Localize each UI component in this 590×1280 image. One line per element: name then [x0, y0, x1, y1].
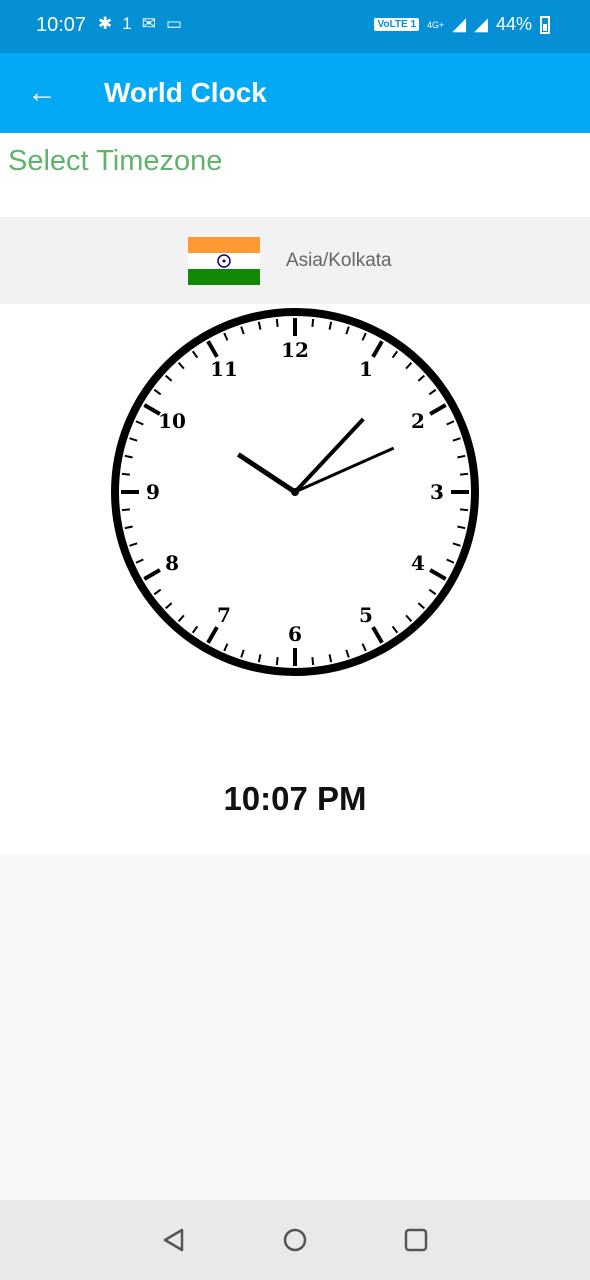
page-title: World Clock [104, 77, 267, 108]
clock-numeral: 3 [430, 480, 444, 504]
clock-numeral: 9 [146, 480, 160, 504]
system-icons: VoLTE 1 4G+ ◢ ◢ 44% [374, 14, 550, 35]
clock-numeral: 4 [411, 551, 425, 575]
clock-numeral: 12 [281, 338, 309, 362]
battery-icon [540, 15, 550, 34]
select-section: Select Timezone [0, 133, 590, 217]
clock-numeral: 5 [359, 603, 373, 627]
battery-percent: 44% [495, 14, 532, 34]
timezone-selector[interactable]: Asia/Kolkata [0, 217, 590, 304]
navigation-bar [0, 1200, 590, 1280]
laptop-icon: ▭ [165, 14, 183, 33]
india-flag-icon [188, 237, 260, 285]
clock-center [291, 488, 299, 496]
app-bar: ← World Clock [0, 53, 590, 133]
clock-area: 12 1 2 3 4 5 6 7 8 9 10 11 10:07 PM [0, 304, 590, 854]
digital-time: 10:07 PM [223, 780, 367, 817]
clock-numeral: 1 [359, 357, 373, 381]
signal-icon: ◢ [452, 14, 467, 34]
recents-square-icon[interactable] [402, 1226, 430, 1254]
minute-tick [459, 508, 469, 512]
minute-tick [311, 318, 315, 328]
one-icon: 1 [122, 14, 132, 33]
network-type: 4G+ [427, 19, 445, 30]
clock-numeral: 10 [158, 409, 186, 433]
minute-tick [311, 656, 315, 666]
minute-tick [275, 656, 279, 666]
back-triangle-icon[interactable] [160, 1226, 188, 1254]
minute-tick [459, 472, 469, 476]
clock-numeral: 6 [288, 622, 302, 646]
clock-numeral: 11 [210, 357, 238, 381]
clock-numeral: 2 [411, 409, 425, 433]
gmail-icon: ✉ [141, 14, 156, 33]
minute-tick [121, 472, 131, 476]
analog-clock: 121234567891011 [111, 308, 479, 676]
timezone-name: Asia/Kolkata [286, 250, 392, 271]
clock-numeral: 8 [165, 551, 179, 575]
home-circle-icon[interactable] [281, 1226, 309, 1254]
status-time: 10:07 [36, 14, 87, 36]
status-bar: 10:07 ✱ 1 ✉ ▭ VoLTE 1 4G+ ◢ ◢ 44% [0, 0, 590, 53]
arrow-left-icon[interactable]: ← [22, 71, 62, 115]
notification-icons: ✱ 1 ✉ ▭ [98, 14, 182, 34]
volte-badge: VoLTE 1 [374, 18, 420, 31]
slack-icon: ✱ [98, 14, 113, 33]
minute-tick [275, 318, 279, 328]
minute-tick [121, 508, 131, 512]
clock-numeral: 7 [217, 603, 231, 627]
select-timezone-label: Select Timezone [8, 145, 223, 177]
signal-icon-2: ◢ [474, 14, 488, 34]
